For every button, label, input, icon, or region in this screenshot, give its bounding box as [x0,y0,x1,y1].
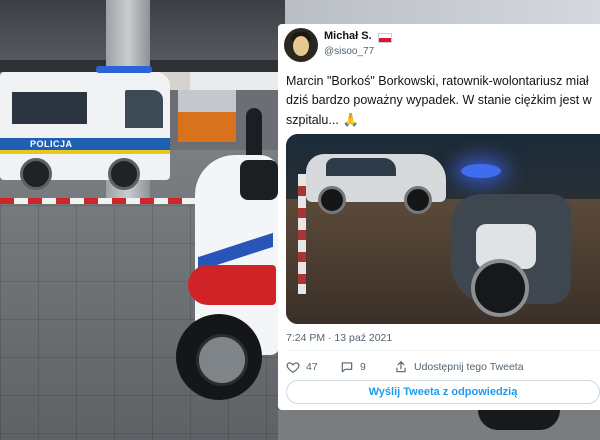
comment-icon [341,362,353,373]
scooter-wheel-partial [478,410,560,430]
tweet-text-block: Marcin "Borkoś" Borkowski, ratownik-wolo… [286,72,598,130]
van-wheel [108,158,140,190]
van-stripe [0,138,170,150]
share-button[interactable]: Udostępnij tego Tweeta [394,360,524,374]
van-wheel [20,158,52,190]
tweet-text: Marcin "Borkoś" Borkowski, ratownik-wolo… [286,74,592,127]
fire-truck-cab [178,112,236,142]
praying-hands-icon: 🙏 [342,112,359,127]
tweet-card: Michał S. @sisoo_77 Marcin "Borkoś" Bork… [278,24,600,410]
flag-red [379,38,391,42]
scooter-rim [196,334,248,386]
car-wheel [318,186,346,214]
fire-truck [178,90,236,142]
reply-button[interactable]: 9 [340,360,366,374]
author-handle[interactable]: @sisoo_77 [324,46,374,57]
author-name[interactable]: Michał S. [324,30,372,42]
van-stripe-yellow [0,150,170,154]
like-button[interactable]: 47 [286,360,318,374]
police-van: POLICJA [0,66,170,190]
avatar-face [293,36,309,56]
share-icon [396,361,406,373]
tweet-photo[interactable] [286,134,600,324]
send-reply-button[interactable]: Wyślij Tweeta z odpowiedzią [286,380,600,404]
divider [286,350,600,351]
action-row: 47 9 Udostępnij tego Tweeta [286,358,600,378]
car-window [326,158,396,176]
scooter-stripe-red [188,265,276,305]
top-strip [285,0,600,26]
person [246,108,262,158]
emergency-light [461,164,501,178]
car-wheel [404,186,432,214]
police-lightbar [96,66,152,73]
crosswalk-stripe [298,174,306,294]
scooter-seat [240,160,278,200]
scooter-wheel [471,259,529,317]
van-windshield [125,90,163,128]
tweet-timestamp[interactable]: 7:24 PM · 13 paź 2021 [286,332,392,344]
poland-flag-icon [378,33,392,43]
like-count: 47 [306,361,318,373]
heart-icon [286,362,300,373]
share-label: Udostępnij tego Tweeta [414,361,524,373]
police-label: POLICJA [30,139,73,149]
van-window [12,92,87,124]
avatar[interactable] [284,28,318,62]
reply-count: 9 [360,361,366,373]
